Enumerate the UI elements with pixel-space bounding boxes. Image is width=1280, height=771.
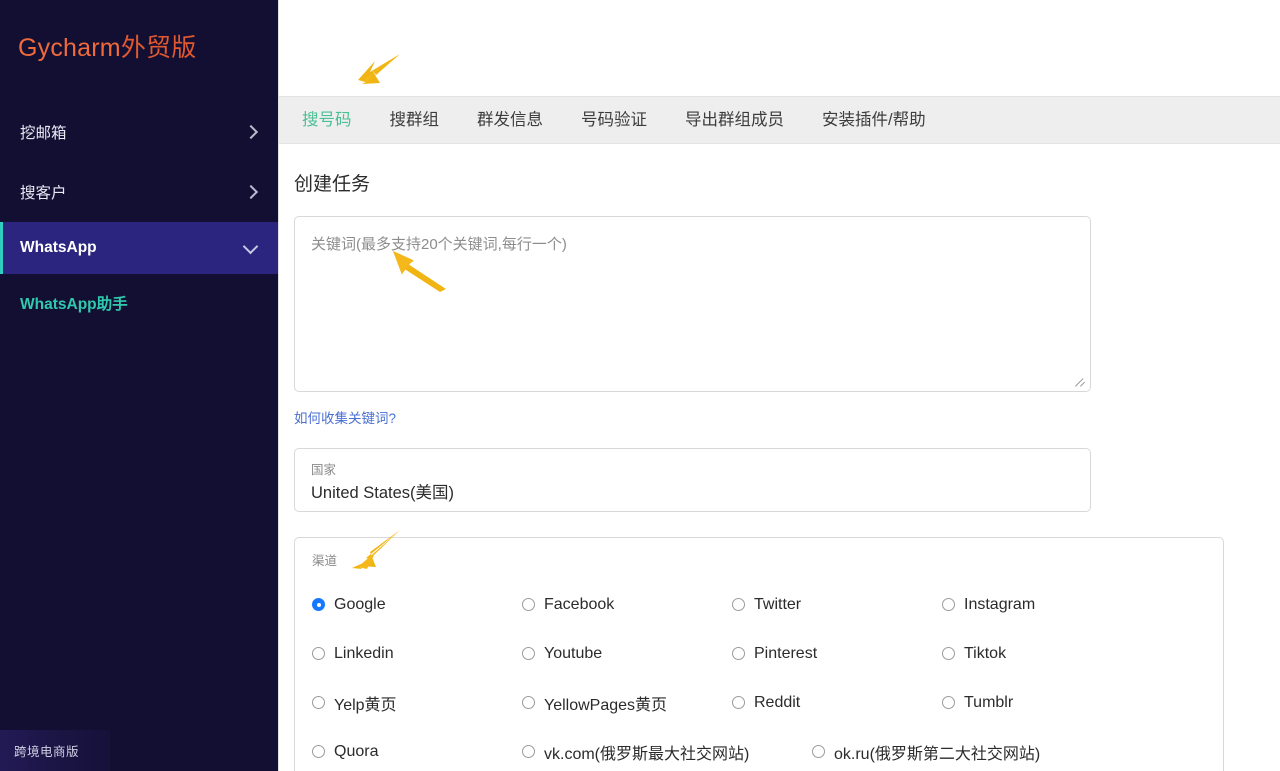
channel-option-label: Facebook — [544, 595, 615, 613]
radio-icon — [312, 647, 325, 660]
channel-option-okru[interactable]: ok.ru(俄罗斯第二大社交网站) — [812, 740, 1040, 764]
sidebar-item-label: WhatsApp — [20, 239, 97, 256]
radio-icon — [312, 696, 325, 709]
sidebar: Gycharm外贸版 挖邮箱 搜客户 WhatsApp WhatsApp助手 跨… — [0, 0, 278, 771]
keywords-placeholder: 关键词(最多支持20个关键词,每行一个) — [311, 236, 567, 253]
tab-install-plugin-help[interactable]: 安装插件/帮助 — [822, 112, 926, 129]
radio-icon — [732, 647, 745, 660]
channel-option-twitter[interactable]: Twitter — [732, 596, 942, 614]
channel-option-linkedin[interactable]: Linkedin — [312, 645, 522, 663]
channel-option-label: Youtube — [544, 644, 603, 662]
tab-search-number[interactable]: 搜号码 — [302, 112, 352, 129]
sidebar-item-label: 搜客户 — [20, 185, 67, 202]
channel-option-label: Quora — [334, 742, 379, 760]
country-select[interactable]: 国家 United States(美国) — [294, 448, 1091, 512]
radio-icon — [522, 598, 535, 611]
app-root: Gycharm外贸版 挖邮箱 搜客户 WhatsApp WhatsApp助手 跨… — [0, 0, 1280, 771]
logo-text-cn: 外贸版 — [120, 34, 197, 62]
radio-icon — [522, 647, 535, 660]
sidebar-subitem-whatsapp-assistant[interactable]: WhatsApp助手 — [0, 278, 278, 328]
radio-icon — [732, 696, 745, 709]
sidebar-subitem-label: WhatsApp助手 — [20, 296, 128, 313]
tab-bar: 搜号码 搜群组 群发信息 号码验证 导出群组成员 安装插件/帮助 — [279, 96, 1280, 144]
channel-option-vk[interactable]: vk.com(俄罗斯最大社交网站) — [522, 740, 812, 764]
channel-option-reddit[interactable]: Reddit — [732, 694, 942, 712]
radio-icon — [812, 745, 825, 758]
radio-icon — [312, 598, 325, 611]
tab-search-group[interactable]: 搜群组 — [390, 112, 440, 129]
radio-icon — [522, 696, 535, 709]
edition-badge-label: 跨境电商版 — [14, 745, 80, 759]
sidebar-item-whatsapp[interactable]: WhatsApp — [0, 222, 278, 274]
how-to-collect-keywords-link[interactable]: 如何收集关键词? — [294, 407, 396, 427]
channel-option-yellowpages[interactable]: YellowPages黄页 — [522, 691, 732, 715]
tab-number-verification[interactable]: 号码验证 — [581, 112, 647, 129]
channel-label: 渠道 — [312, 554, 338, 568]
app-logo[interactable]: Gycharm外贸版 — [18, 28, 196, 64]
channel-option-label: Instagram — [964, 595, 1036, 613]
channel-option-tiktok[interactable]: Tiktok — [942, 645, 1152, 663]
chevron-right-icon — [244, 125, 258, 139]
page-title: 创建任务 — [294, 174, 371, 195]
top-band — [279, 0, 1280, 96]
tab-export-group-members[interactable]: 导出群组成员 — [685, 112, 784, 129]
channel-option-label: Tumblr — [964, 693, 1014, 711]
channel-option-label: Reddit — [754, 693, 801, 711]
content-area: 创建任务 关键词(最多支持20个关键词,每行一个) 如何收集关键词? 国家 Un… — [279, 144, 1280, 771]
channel-option-label: ok.ru(俄罗斯第二大社交网站) — [834, 745, 1041, 763]
channel-option-instagram[interactable]: Instagram — [942, 596, 1152, 614]
channel-option-facebook[interactable]: Facebook — [522, 596, 732, 614]
sidebar-item-dig-email[interactable]: 挖邮箱 — [0, 104, 278, 160]
radio-icon — [942, 696, 955, 709]
tab-bulk-message[interactable]: 群发信息 — [477, 112, 543, 129]
channel-option-label: Linkedin — [334, 644, 394, 662]
keywords-textarea[interactable]: 关键词(最多支持20个关键词,每行一个) — [294, 216, 1091, 392]
channel-option-label: Twitter — [754, 595, 802, 613]
channel-row: Linkedin Youtube Pinterest Tiktok — [312, 629, 1212, 678]
sidebar-item-label: 挖邮箱 — [20, 125, 67, 142]
channel-option-tumblr[interactable]: Tumblr — [942, 694, 1152, 712]
channel-option-label: Google — [334, 595, 386, 613]
main-panel: 搜号码 搜群组 群发信息 号码验证 导出群组成员 安装插件/帮助 创建任务 关键… — [278, 0, 1280, 771]
radio-icon — [942, 647, 955, 660]
channel-row: Yelp黄页 YellowPages黄页 Reddit Tumblr — [312, 678, 1212, 727]
radio-icon — [312, 745, 325, 758]
radio-icon — [942, 598, 955, 611]
channel-radio-group: Google Facebook Twitter Instagram Linked… — [312, 580, 1212, 771]
channel-option-label: Yelp黄页 — [334, 696, 397, 714]
channel-option-label: Tiktok — [964, 644, 1007, 662]
textarea-resize-handle[interactable] — [1074, 375, 1087, 388]
logo-text-en: Gycharm — [18, 34, 121, 62]
country-label: 国家 — [311, 463, 337, 477]
channel-row: Google Facebook Twitter Instagram — [312, 580, 1212, 629]
channel-fieldset: 渠道 Google Facebook Twitter Instagram Lin… — [294, 537, 1224, 771]
sidebar-item-search-customer[interactable]: 搜客户 — [0, 164, 278, 220]
channel-option-yelp[interactable]: Yelp黄页 — [312, 691, 522, 715]
channel-option-label: Pinterest — [754, 644, 818, 662]
channel-option-pinterest[interactable]: Pinterest — [732, 645, 942, 663]
chevron-right-icon — [244, 185, 258, 199]
channel-option-google[interactable]: Google — [312, 596, 522, 614]
edition-badge: 跨境电商版 — [0, 730, 110, 771]
channel-option-label: YellowPages黄页 — [544, 696, 668, 714]
chevron-down-icon — [244, 241, 258, 255]
channel-option-label: vk.com(俄罗斯最大社交网站) — [544, 745, 750, 763]
radio-icon — [522, 745, 535, 758]
country-value: United States(美国) — [311, 484, 455, 502]
channel-row: Quora vk.com(俄罗斯最大社交网站) ok.ru(俄罗斯第二大社交网站… — [312, 727, 1212, 771]
radio-icon — [732, 598, 745, 611]
channel-option-quora[interactable]: Quora — [312, 743, 522, 761]
channel-option-youtube[interactable]: Youtube — [522, 645, 732, 663]
